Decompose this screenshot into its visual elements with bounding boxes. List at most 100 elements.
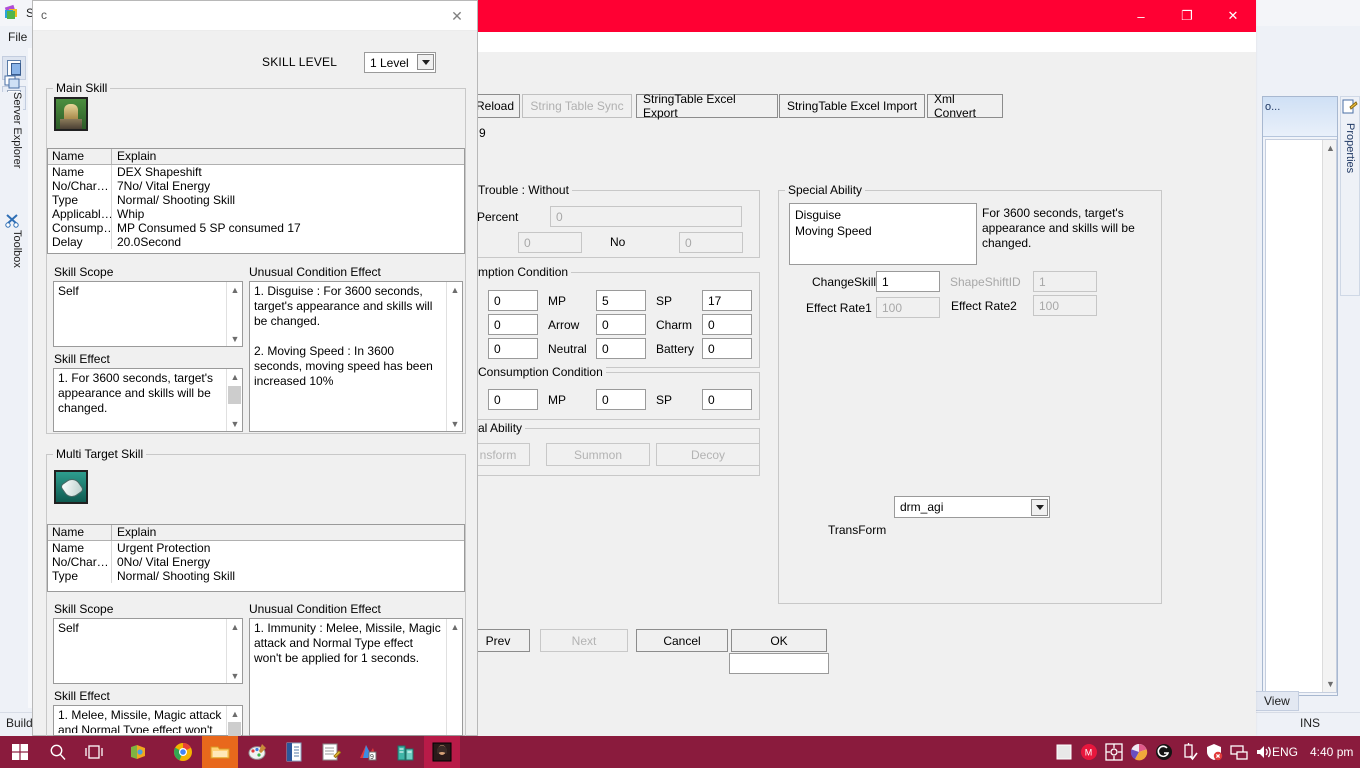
taskbar-app-visual-studio[interactable] xyxy=(120,736,156,768)
change-skill-input[interactable]: 1 xyxy=(876,271,940,292)
main-unusual-box[interactable]: 1. Disguise : For 3600 seconds, target's… xyxy=(249,281,463,432)
main-skill-icon[interactable] xyxy=(54,97,88,131)
maximize-button[interactable]: ❐ xyxy=(1164,0,1210,32)
toolbar-button-stringtable-excel-export[interactable]: StringTable Excel Export xyxy=(636,92,778,120)
menu-file[interactable]: File xyxy=(8,30,27,44)
consumption2-value2-text: 0 xyxy=(602,393,609,407)
table-row[interactable]: Applicabl… Whip xyxy=(48,207,464,221)
taskbar-app-chrome[interactable] xyxy=(165,736,201,768)
table-row[interactable]: No/Char… 7No/ Vital Energy xyxy=(48,179,464,193)
table-row[interactable]: Type Normal/ Shooting Skill xyxy=(48,569,464,583)
main-skill-grid-header: Name Explain xyxy=(48,149,464,165)
skill-dialog-titlebar[interactable]: c ✕ xyxy=(33,1,477,31)
chevron-down-icon[interactable] xyxy=(1031,499,1048,516)
table-row[interactable]: Name Urgent Protection xyxy=(48,541,464,555)
properties-vscrollbar[interactable]: ▲ ▼ xyxy=(1322,140,1336,692)
footer-input[interactable] xyxy=(729,653,829,674)
output-view-tab[interactable]: View xyxy=(1255,691,1299,711)
table-row[interactable]: Delay 20.0Second xyxy=(48,235,464,249)
shapeshift-id-input: 1 xyxy=(1033,271,1097,292)
toolbar-button-stringtable-excel-import[interactable]: StringTable Excel Import xyxy=(779,94,925,118)
consumption1-row3-value2[interactable]: 0 xyxy=(596,338,646,359)
consumption1-row3-value1[interactable]: 0 xyxy=(488,338,538,359)
start-button[interactable] xyxy=(2,736,38,768)
cancel-button[interactable]: Cancel xyxy=(636,629,728,652)
multi-skill-effect-scrollbar[interactable]: ▲ xyxy=(226,706,243,736)
consumption1-row1-value3[interactable]: 17 xyxy=(702,290,752,311)
table-row[interactable]: Type Normal/ Shooting Skill xyxy=(48,193,464,207)
table-row[interactable]: Consump… MP Consumed 5 SP consumed 17 xyxy=(48,221,464,235)
consumption2-value1[interactable]: 0 xyxy=(488,389,538,410)
table-row[interactable]: No/Char… 0No/ Vital Energy xyxy=(48,555,464,569)
scroll-up-icon[interactable]: ▲ xyxy=(227,282,243,297)
taskbar-app-game[interactable] xyxy=(424,736,460,768)
percent-value: 0 xyxy=(556,210,563,224)
taskbar-app-foxit[interactable]: 9 xyxy=(350,736,386,768)
multi-skill-scope-box[interactable]: Self ▲ ▼ xyxy=(53,618,243,684)
special-ability-list-item-1[interactable]: Moving Speed xyxy=(795,223,872,239)
scroll-down-icon[interactable]: ▼ xyxy=(227,331,243,346)
main-skill-grid[interactable]: Name Explain Name DEX Shapeshift No/Char… xyxy=(47,148,465,254)
consumption1-row2-value2[interactable]: 0 xyxy=(596,314,646,335)
skill-level-combo[interactable]: 1 Level xyxy=(364,52,436,73)
volume-icon xyxy=(1257,746,1271,758)
main-skill-effect-box[interactable]: 1. For 3600 seconds, target's appearance… xyxy=(53,368,243,432)
scroll-down-icon[interactable]: ▼ xyxy=(227,416,243,431)
properties-grid[interactable]: ▲ ▼ xyxy=(1265,139,1337,693)
percent-input[interactable]: 0 xyxy=(550,206,742,227)
toolbar-button-xml-convert[interactable]: Xml Convert xyxy=(927,92,1003,120)
sidebar-tab-properties[interactable]: Properties xyxy=(1340,96,1360,296)
taskbar-app-word[interactable] xyxy=(276,736,312,768)
scroll-thumb[interactable] xyxy=(228,386,241,404)
sidebar-tab-toolbox[interactable]: Toolbox xyxy=(1,230,23,296)
scroll-down-icon[interactable]: ▼ xyxy=(227,668,243,683)
sidebar-tab-server-explorer[interactable]: Server Explorer xyxy=(1,92,23,210)
search-button[interactable] xyxy=(40,736,76,768)
scroll-up-icon[interactable]: ▲ xyxy=(1326,143,1335,153)
consumption1-row3-value3[interactable]: 0 xyxy=(702,338,752,359)
tray-clock[interactable]: 4:40 pm xyxy=(1310,745,1353,759)
multi-skill-scope-scrollbar[interactable]: ▲ ▼ xyxy=(226,619,242,683)
main-skill-scope-scrollbar[interactable]: ▲ ▼ xyxy=(226,282,242,346)
scroll-down-icon[interactable]: ▼ xyxy=(1326,679,1335,689)
scroll-up-icon[interactable]: ▲ xyxy=(227,619,243,634)
table-row[interactable]: Name DEX Shapeshift xyxy=(48,165,464,179)
taskbar-app-file-explorer[interactable] xyxy=(202,736,238,768)
multi-unusual-box[interactable]: 1. Immunity : Melee, Missile, Magic atta… xyxy=(249,618,463,736)
consumption2-value2[interactable]: 0 xyxy=(596,389,646,410)
scroll-down-icon[interactable]: ▼ xyxy=(447,416,463,431)
multi-unusual-scrollbar[interactable]: ▲ xyxy=(446,619,462,735)
skill-dialog-close-icon[interactable]: ✕ xyxy=(443,4,471,28)
main-skill-effect-scrollbar[interactable]: ▲ ▼ xyxy=(226,369,242,431)
taskbar-app-database[interactable] xyxy=(388,736,424,768)
minimize-button[interactable]: – xyxy=(1118,0,1164,32)
consumption1-row1-value2[interactable]: 5 xyxy=(596,290,646,311)
taskbar-app-notepad[interactable] xyxy=(313,736,349,768)
trouble-left-input[interactable]: 0 xyxy=(518,232,582,253)
special-ability-list[interactable]: Disguise Moving Speed xyxy=(789,203,977,265)
scroll-up-icon[interactable]: ▲ xyxy=(447,619,463,634)
trouble-right-input[interactable]: 0 xyxy=(679,232,743,253)
consumption1-row1-value1[interactable]: 0 xyxy=(488,290,538,311)
scroll-up-icon[interactable]: ▲ xyxy=(227,369,243,384)
ok-button[interactable]: OK xyxy=(731,629,827,652)
main-unusual-scrollbar[interactable]: ▲ ▼ xyxy=(446,282,462,431)
scroll-up-icon[interactable]: ▲ xyxy=(447,282,463,297)
app-titlebar[interactable]: – ❐ ✕ xyxy=(478,0,1256,32)
taskbar-app-paint[interactable] xyxy=(240,736,276,768)
consumption1-row2-value1[interactable]: 0 xyxy=(488,314,538,335)
consumption1-row2-value3[interactable]: 0 xyxy=(702,314,752,335)
multi-target-skill-icon[interactable] xyxy=(54,470,88,504)
close-button[interactable]: ✕ xyxy=(1210,0,1256,32)
scroll-thumb[interactable] xyxy=(228,722,241,736)
main-skill-scope-box[interactable]: Self ▲ ▼ xyxy=(53,281,243,347)
multi-target-skill-grid[interactable]: Name Explain Name Urgent Protection No/C… xyxy=(47,524,465,592)
transform-combo[interactable]: drm_agi xyxy=(894,496,1050,518)
multi-skill-effect-box[interactable]: 1. Melee, Missile, Magic attack and Norm… xyxy=(53,705,243,736)
scroll-up-icon[interactable]: ▲ xyxy=(227,706,243,721)
tray-language[interactable]: ENG xyxy=(1272,745,1298,759)
consumption2-value3[interactable]: 0 xyxy=(702,389,752,410)
skill-level-chevron-down-icon[interactable] xyxy=(417,54,434,70)
special-ability-list-item-0[interactable]: Disguise xyxy=(795,207,872,223)
task-view-button[interactable] xyxy=(76,736,112,768)
